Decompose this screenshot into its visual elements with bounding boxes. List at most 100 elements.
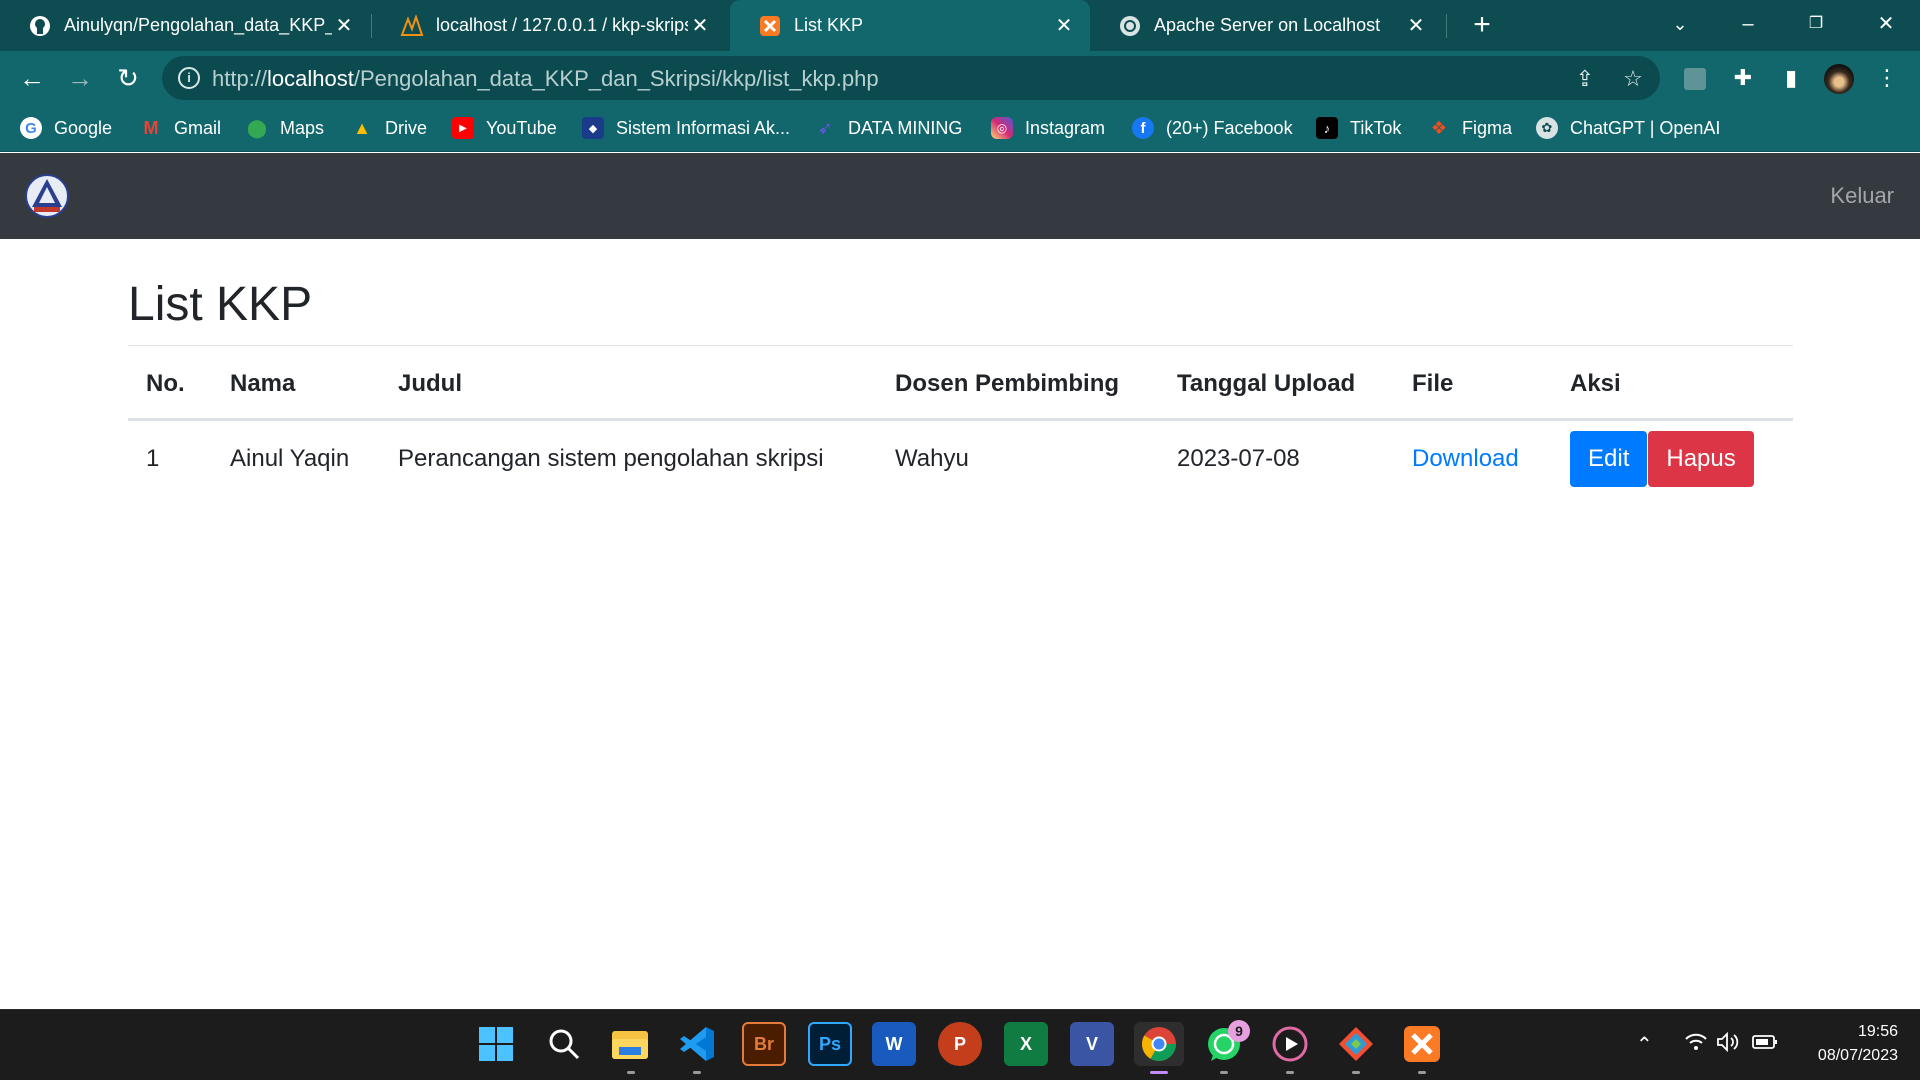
tab-phpmyadmin[interactable]: localhost / 127.0.0.1 / kkp-skripsi ✕ [372, 0, 726, 51]
running-indicator [627, 1071, 635, 1074]
side-panel-icon[interactable]: ▮ [1775, 62, 1807, 94]
column-header-aksi: Aksi [1552, 345, 1793, 421]
university-logo[interactable] [24, 173, 70, 219]
column-header-judul: Judul [380, 345, 877, 421]
bookmark-facebook[interactable]: f (20+) Facebook [1132, 115, 1293, 141]
extension-square-icon[interactable] [1679, 62, 1711, 94]
kkp-table: No. Nama Judul Dosen Pembimbing Tanggal … [128, 345, 1793, 497]
new-tab-button[interactable]: + [1466, 10, 1498, 42]
running-indicator [1220, 1071, 1228, 1074]
word-icon[interactable]: W [872, 1022, 916, 1066]
running-indicator [1286, 1071, 1294, 1074]
bookmark-figma[interactable]: ❖ Figma [1428, 115, 1512, 141]
tab-list-kkp[interactable]: List KKP ✕ [730, 0, 1090, 51]
tab-title: Ainulyqn/Pengolahan_data_KKP_d [64, 15, 332, 35]
bookmark-sistem-informasi[interactable]: ◆ Sistem Informasi Ak... [582, 115, 790, 141]
tab-search-chevron-icon[interactable]: ⌄ [1660, 8, 1700, 40]
forward-icon[interactable]: → [64, 62, 96, 94]
bookmark-label: DATA MINING [848, 117, 963, 138]
bookmark-tiktok[interactable]: ♪ TikTok [1316, 115, 1401, 141]
edit-button[interactable]: Edit [1570, 431, 1648, 487]
windows-start-icon[interactable] [474, 1022, 518, 1066]
github-icon [28, 14, 52, 38]
bookmark-label: (20+) Facebook [1166, 117, 1293, 138]
chrome-icon[interactable] [1134, 1022, 1184, 1066]
vscode-icon[interactable] [675, 1022, 719, 1066]
bookmark-google[interactable]: G Google [20, 115, 112, 141]
figma-icon: ❖ [1430, 117, 1448, 138]
powerpoint-icon[interactable]: P [938, 1022, 982, 1066]
git-icon[interactable] [1334, 1022, 1378, 1066]
bridge-icon[interactable]: Br [742, 1022, 786, 1066]
tab-apache[interactable]: Apache Server on Localhost ✕ [1090, 0, 1442, 51]
url-path: /Pengolahan_data_KKP_dan_Skripsi/kkp/lis… [353, 66, 879, 91]
bookmark-label: YouTube [486, 117, 557, 138]
bookmark-data-mining[interactable]: ➶ DATA MINING [814, 115, 962, 141]
back-icon[interactable]: ← [16, 62, 48, 94]
main-content: List KKP No. Nama Judul Dosen Pembimbing… [0, 239, 1920, 1009]
bookmark-label: Google [54, 117, 113, 138]
bookmark-label: Sistem Informasi Ak... [616, 117, 791, 138]
column-header-tanggal: Tanggal Upload [1159, 345, 1394, 421]
bookmark-label: Figma [1462, 117, 1513, 138]
excel-icon[interactable]: X [1004, 1022, 1048, 1066]
gmail-icon: M [143, 117, 159, 138]
logout-link[interactable]: Keluar [1830, 183, 1894, 209]
facebook-icon: f [1132, 117, 1154, 139]
cell-no: 1 [146, 445, 160, 472]
bookmarks-bar: G Google M Gmail ⬤ Maps ▲ Drive ▶ YouTub… [0, 105, 1920, 152]
share-icon[interactable]: ⇪ [1572, 66, 1598, 92]
bookmark-maps[interactable]: ⬤ Maps [246, 115, 324, 141]
photoshop-icon[interactable]: Ps [808, 1022, 852, 1066]
cell-aksi: Edit Hapus [1552, 420, 1793, 498]
profile-avatar[interactable] [1823, 62, 1855, 95]
close-window-button[interactable]: ✕ [1866, 8, 1906, 40]
youtube-icon: ▶ [452, 117, 474, 139]
table-header-row: No. Nama Judul Dosen Pembimbing Tanggal … [128, 345, 1793, 421]
reload-icon[interactable]: ↻ [112, 62, 144, 94]
extensions-puzzle-icon[interactable]: ✚ [1727, 62, 1759, 94]
xampp-icon[interactable] [1400, 1022, 1444, 1066]
search-icon[interactable] [542, 1022, 586, 1066]
minimize-button[interactable]: – [1728, 8, 1768, 40]
volume-icon[interactable] [1716, 1031, 1742, 1058]
system-clock[interactable]: 19:56 08/07/2023 [1818, 1020, 1898, 1068]
wifi-icon[interactable] [1684, 1032, 1708, 1058]
menu-kebab-icon[interactable]: ⋮ [1871, 62, 1903, 94]
close-icon[interactable]: ✕ [1404, 14, 1428, 38]
bookmark-label: Instagram [1025, 117, 1106, 138]
close-icon[interactable]: ✕ [688, 14, 712, 38]
battery-icon[interactable] [1752, 1032, 1778, 1058]
bookmark-gmail[interactable]: M Gmail [140, 115, 222, 141]
column-header-dosen: Dosen Pembimbing [877, 345, 1159, 421]
media-player-icon[interactable] [1268, 1022, 1312, 1066]
maps-icon: ⬤ [246, 117, 268, 138]
file-explorer-icon[interactable] [608, 1022, 652, 1066]
chevron-up-icon[interactable]: ⌃ [1636, 1032, 1653, 1057]
bookmark-drive[interactable]: ▲ Drive [351, 115, 427, 141]
tab-github[interactable]: Ainulyqn/Pengolahan_data_KKP_d ✕ [0, 0, 370, 51]
bookmark-youtube[interactable]: ▶ YouTube [452, 115, 557, 141]
close-icon[interactable]: ✕ [1052, 14, 1076, 38]
bookmark-chatgpt[interactable]: ✿ ChatGPT | OpenAI [1536, 115, 1720, 141]
instagram-icon: ◎ [991, 117, 1013, 139]
bookmark-label: Maps [280, 117, 325, 138]
visio-icon[interactable]: V [1070, 1022, 1114, 1066]
delete-button[interactable]: Hapus [1648, 431, 1754, 487]
tab-title: Apache Server on Localhost [1154, 15, 1381, 35]
column-header-nama: Nama [212, 345, 380, 421]
tab-title: List KKP [794, 15, 864, 35]
address-bar[interactable]: i http://localhost/Pengolahan_data_KKP_d… [162, 56, 1660, 100]
google-icon: G [20, 117, 42, 139]
bookmark-label: ChatGPT | OpenAI [1570, 117, 1721, 138]
restore-button[interactable]: ❐ [1796, 8, 1836, 40]
download-link[interactable]: Download [1412, 445, 1519, 472]
bookmark-instagram[interactable]: ◎ Instagram [991, 115, 1105, 141]
running-indicator [1418, 1071, 1426, 1074]
url-text[interactable]: http://localhost/Pengolahan_data_KKP_dan… [212, 66, 879, 92]
browser-tab-strip: Ainulyqn/Pengolahan_data_KKP_d ✕ localho… [0, 0, 1920, 51]
close-icon[interactable]: ✕ [332, 14, 356, 38]
bookmark-star-icon[interactable]: ☆ [1620, 66, 1646, 92]
site-info-icon[interactable]: i [178, 67, 200, 89]
tab-separator [1446, 14, 1447, 38]
